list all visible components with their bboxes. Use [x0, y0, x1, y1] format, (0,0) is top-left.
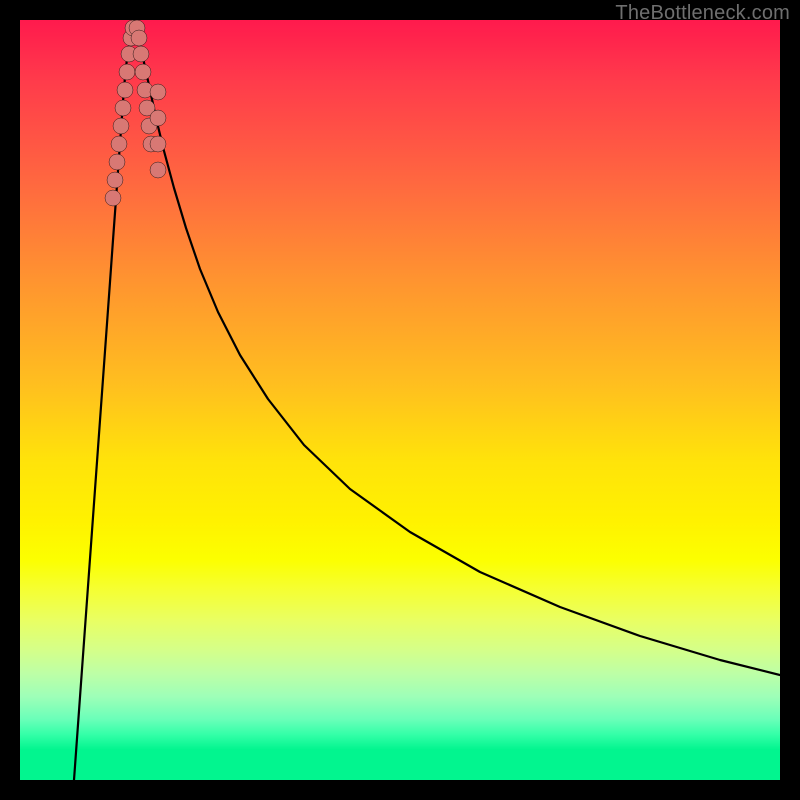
- chart-svg: [20, 20, 780, 780]
- marker-group: [105, 20, 166, 206]
- marker-point: [115, 100, 131, 116]
- marker-point: [150, 110, 166, 126]
- marker-point: [113, 118, 129, 134]
- chart-frame: TheBottleneck.com: [0, 0, 800, 800]
- marker-point: [107, 172, 123, 188]
- marker-point: [117, 82, 133, 98]
- curve-group: [74, 28, 780, 780]
- marker-point: [119, 64, 135, 80]
- marker-point: [109, 154, 125, 170]
- plot-area: [20, 20, 780, 780]
- marker-point: [150, 136, 166, 152]
- marker-point: [150, 84, 166, 100]
- marker-point: [133, 46, 149, 62]
- marker-point: [135, 64, 151, 80]
- marker-point: [105, 190, 121, 206]
- curve-right-branch: [136, 28, 780, 675]
- marker-point: [150, 162, 166, 178]
- marker-point: [111, 136, 127, 152]
- marker-point: [131, 30, 147, 46]
